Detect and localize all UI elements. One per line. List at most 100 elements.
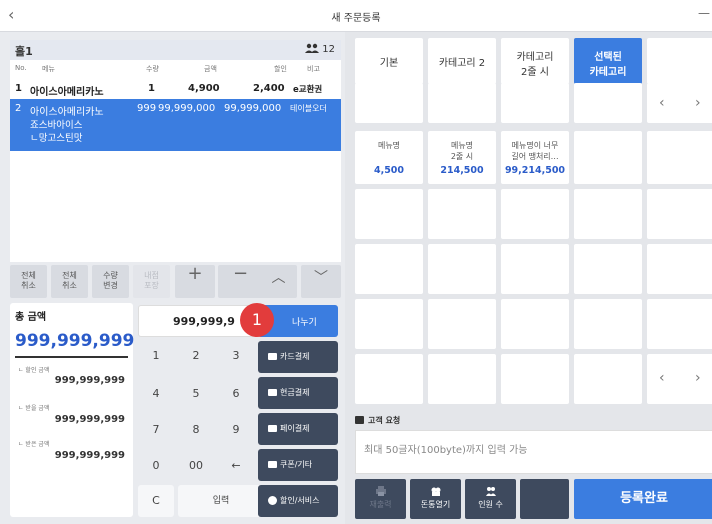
fkey-line: 포장 — [144, 281, 159, 290]
menu-item[interactable]: 메뉴명 2줄 시 214,500 — [428, 131, 496, 184]
card-icon — [268, 353, 277, 360]
row-note: e교환권 — [293, 85, 323, 95]
menu-name-line: 메뉴명 — [377, 141, 401, 150]
tab-selected-category[interactable]: 선택된카테고리 — [574, 38, 642, 84]
title-bar: ‹ 새 주문등록 — — [0, 0, 712, 32]
key-7[interactable]: 7 — [138, 413, 174, 447]
menu-slot[interactable] — [355, 354, 423, 404]
key-2[interactable]: 2 — [178, 339, 214, 373]
key-1[interactable]: 1 — [138, 339, 174, 373]
key-4[interactable]: 4 — [138, 377, 174, 411]
menu-price: 214,500 — [440, 165, 484, 176]
discount-label: ㄴ 할인 금액 — [18, 367, 50, 374]
menu-slot[interactable] — [428, 299, 496, 349]
tab-basic[interactable]: 기본 — [355, 38, 423, 84]
fkey-line: 전체 — [21, 271, 36, 280]
submit-order-button[interactable]: 등록완료 — [574, 479, 712, 519]
menu-slot[interactable] — [355, 244, 423, 294]
tab-category-2-lines[interactable]: 카테고리 2줄 시 — [501, 38, 569, 84]
received-value: 999,999,999 — [54, 450, 125, 461]
key-0[interactable]: 0 — [138, 449, 174, 483]
key-9[interactable]: 9 — [218, 413, 254, 447]
down-button[interactable]: ﹀ — [301, 265, 341, 298]
change-qty-button[interactable]: 수량 변경 — [92, 265, 129, 298]
cash-payment-button[interactable]: 현금결제 — [258, 377, 338, 409]
chevron-right-icon[interactable]: › — [695, 370, 701, 386]
pay-label: 페이결제 — [280, 424, 310, 433]
menu-item[interactable]: 메뉴명 4,500 — [355, 131, 423, 184]
card-payment-button[interactable]: 카드결제 — [258, 341, 338, 373]
backspace-key[interactable]: ← — [218, 449, 254, 483]
plus-button[interactable]: + — [175, 265, 215, 298]
menu-slot[interactable] — [574, 244, 642, 294]
up-button[interactable]: ︿ — [260, 265, 297, 298]
open-drawer-button[interactable]: 돈통열기 — [410, 479, 461, 519]
menu-slot[interactable] — [647, 299, 712, 349]
fkey-line: 내점 — [144, 271, 159, 280]
category-slot[interactable] — [355, 83, 423, 123]
menu-price: 99,214,500 — [504, 165, 566, 176]
customer-request-input[interactable]: 최대 50글자(100byte)까지 입력 가능 — [355, 430, 712, 474]
minimize-icon[interactable]: — — [698, 6, 710, 20]
order-row[interactable]: 1 아이스아메리카노 1 4,900 2,400 e교환권 — [10, 77, 341, 99]
empty-action-button[interactable] — [520, 479, 569, 519]
chevron-left-icon[interactable]: ‹ — [659, 370, 665, 386]
key-3[interactable]: 3 — [218, 339, 254, 373]
menu-slot[interactable] — [428, 354, 496, 404]
reprint-label: 재출력 — [369, 500, 392, 509]
coupon-button[interactable]: 쿠폰/기타 — [258, 449, 338, 481]
clear-key[interactable]: C — [138, 485, 174, 517]
menu-slot[interactable] — [574, 131, 642, 184]
minus-button[interactable]: − — [218, 265, 263, 298]
divider — [15, 356, 128, 358]
guest-count-button[interactable]: 인원 수 — [465, 479, 516, 519]
menu-item[interactable]: 메뉴명이 너무 길어 땡처리… 99,214,500 — [501, 131, 569, 184]
fkey-line: 변경 — [103, 281, 118, 290]
category-slot[interactable] — [428, 83, 496, 123]
menu-pager: ‹ › — [647, 354, 712, 404]
total-value: 999,999,999 — [15, 331, 135, 351]
col-amount: 금액 — [204, 65, 217, 73]
category-slot[interactable] — [501, 83, 569, 123]
tab-label-2: 카테고리 — [589, 67, 627, 78]
menu-slot[interactable] — [428, 189, 496, 239]
discount-service-button[interactable]: 할인/서비스 — [258, 485, 338, 517]
enter-key[interactable]: 입력 — [178, 485, 264, 517]
function-keys: 전체 취소 전체 취소 수량 변경 내점 포장 + − ︿ ﹀ — [10, 265, 341, 298]
key-5[interactable]: 5 — [178, 377, 214, 411]
key-8[interactable]: 8 — [178, 413, 214, 447]
chevron-left-icon[interactable]: ‹ — [659, 95, 665, 111]
chevron-right-icon[interactable]: › — [695, 95, 701, 111]
tab-empty[interactable] — [647, 38, 712, 84]
key-00[interactable]: 00 — [178, 449, 214, 483]
menu-slot[interactable] — [501, 189, 569, 239]
menu-slot[interactable] — [355, 189, 423, 239]
menu-slot[interactable] — [501, 299, 569, 349]
fkey-line: 취소 — [21, 281, 36, 290]
cancel-all-button[interactable]: 전체 취소 — [10, 265, 47, 298]
reprint-button[interactable]: 재출력 — [355, 479, 406, 519]
column-headers: No. 메뉴 수량 금액 할인 비고 — [10, 60, 341, 77]
menu-slot[interactable] — [501, 244, 569, 294]
pay-payment-button[interactable]: 페이결제 — [258, 413, 338, 445]
menu-slot[interactable] — [428, 244, 496, 294]
menu-slot[interactable] — [647, 189, 712, 239]
row-qty: 1 — [148, 83, 155, 94]
menu-slot[interactable] — [355, 299, 423, 349]
tab-category-2[interactable]: 카테고리 2 — [428, 38, 496, 84]
tab-label: 선택된 — [594, 52, 622, 63]
cancel-button[interactable]: 전체 취소 — [51, 265, 88, 298]
menu-name-line: 메뉴명 — [450, 141, 474, 150]
menu-slot[interactable] — [647, 131, 712, 184]
table-name: 홀1 — [15, 45, 33, 58]
menu-slot[interactable] — [574, 299, 642, 349]
menu-slot[interactable] — [574, 354, 642, 404]
menu-slot[interactable] — [501, 354, 569, 404]
dine-pack-button[interactable]: 내점 포장 — [133, 265, 170, 298]
key-6[interactable]: 6 — [218, 377, 254, 411]
menu-slot[interactable] — [574, 189, 642, 239]
menu-slot[interactable] — [647, 244, 712, 294]
fkey-line: 수량 — [103, 271, 118, 280]
category-slot[interactable] — [574, 83, 642, 123]
order-row-selected[interactable]: 2 아이스아메리카노 999 99,999,000 99,999,000 테이블… — [10, 99, 341, 151]
